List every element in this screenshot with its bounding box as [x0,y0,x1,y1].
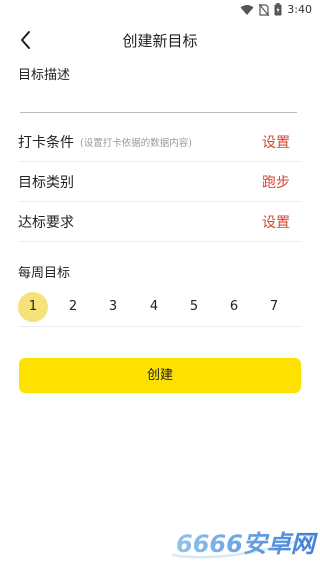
weekly-goal-label: 每周目标 [18,266,71,281]
day-option-7[interactable]: 7 [259,292,289,322]
no-sim-icon [259,3,270,16]
svg-text:6666安卓网: 6666安卓网 [176,530,318,558]
row-checkin-condition[interactable]: 打卡条件 (设置打卡依据的数据内容) 设置 [18,121,302,162]
page-title: 创建新目标 [122,32,198,50]
status-bar: 3:40 [0,0,320,20]
nav-bar: 创建新目标 [0,20,320,60]
row-value[interactable]: 设置 [262,212,290,232]
row-label: 达标要求 [18,215,74,231]
day-option-5[interactable]: 5 [179,292,209,322]
row-label: 目标类别 [18,175,74,191]
day-option-1[interactable]: 1 [18,292,48,322]
row-goal-category[interactable]: 目标类别 跑步 [18,161,302,202]
create-button[interactable]: 创建 [19,358,301,393]
description-input[interactable] [20,88,297,113]
day-option-6[interactable]: 6 [219,292,249,322]
battery-icon [274,3,282,16]
weekly-day-selector: 1 2 3 4 5 6 7 [18,288,302,327]
row-label: 打卡条件 [18,135,74,151]
status-icons: 3:40 [240,3,312,16]
row-hint: (设置打卡依据的数据内容) [80,138,192,149]
day-option-2[interactable]: 2 [58,292,88,322]
description-label: 目标描述 [18,68,71,83]
watermark-logo: 6666安卓网 [171,530,318,559]
row-value[interactable]: 跑步 [262,172,290,192]
day-option-4[interactable]: 4 [139,292,169,322]
row-requirement[interactable]: 达标要求 设置 [18,201,302,242]
wifi-icon [240,4,254,15]
row-value[interactable]: 设置 [262,132,290,152]
day-option-3[interactable]: 3 [98,292,128,322]
status-time: 3:40 [287,3,312,16]
